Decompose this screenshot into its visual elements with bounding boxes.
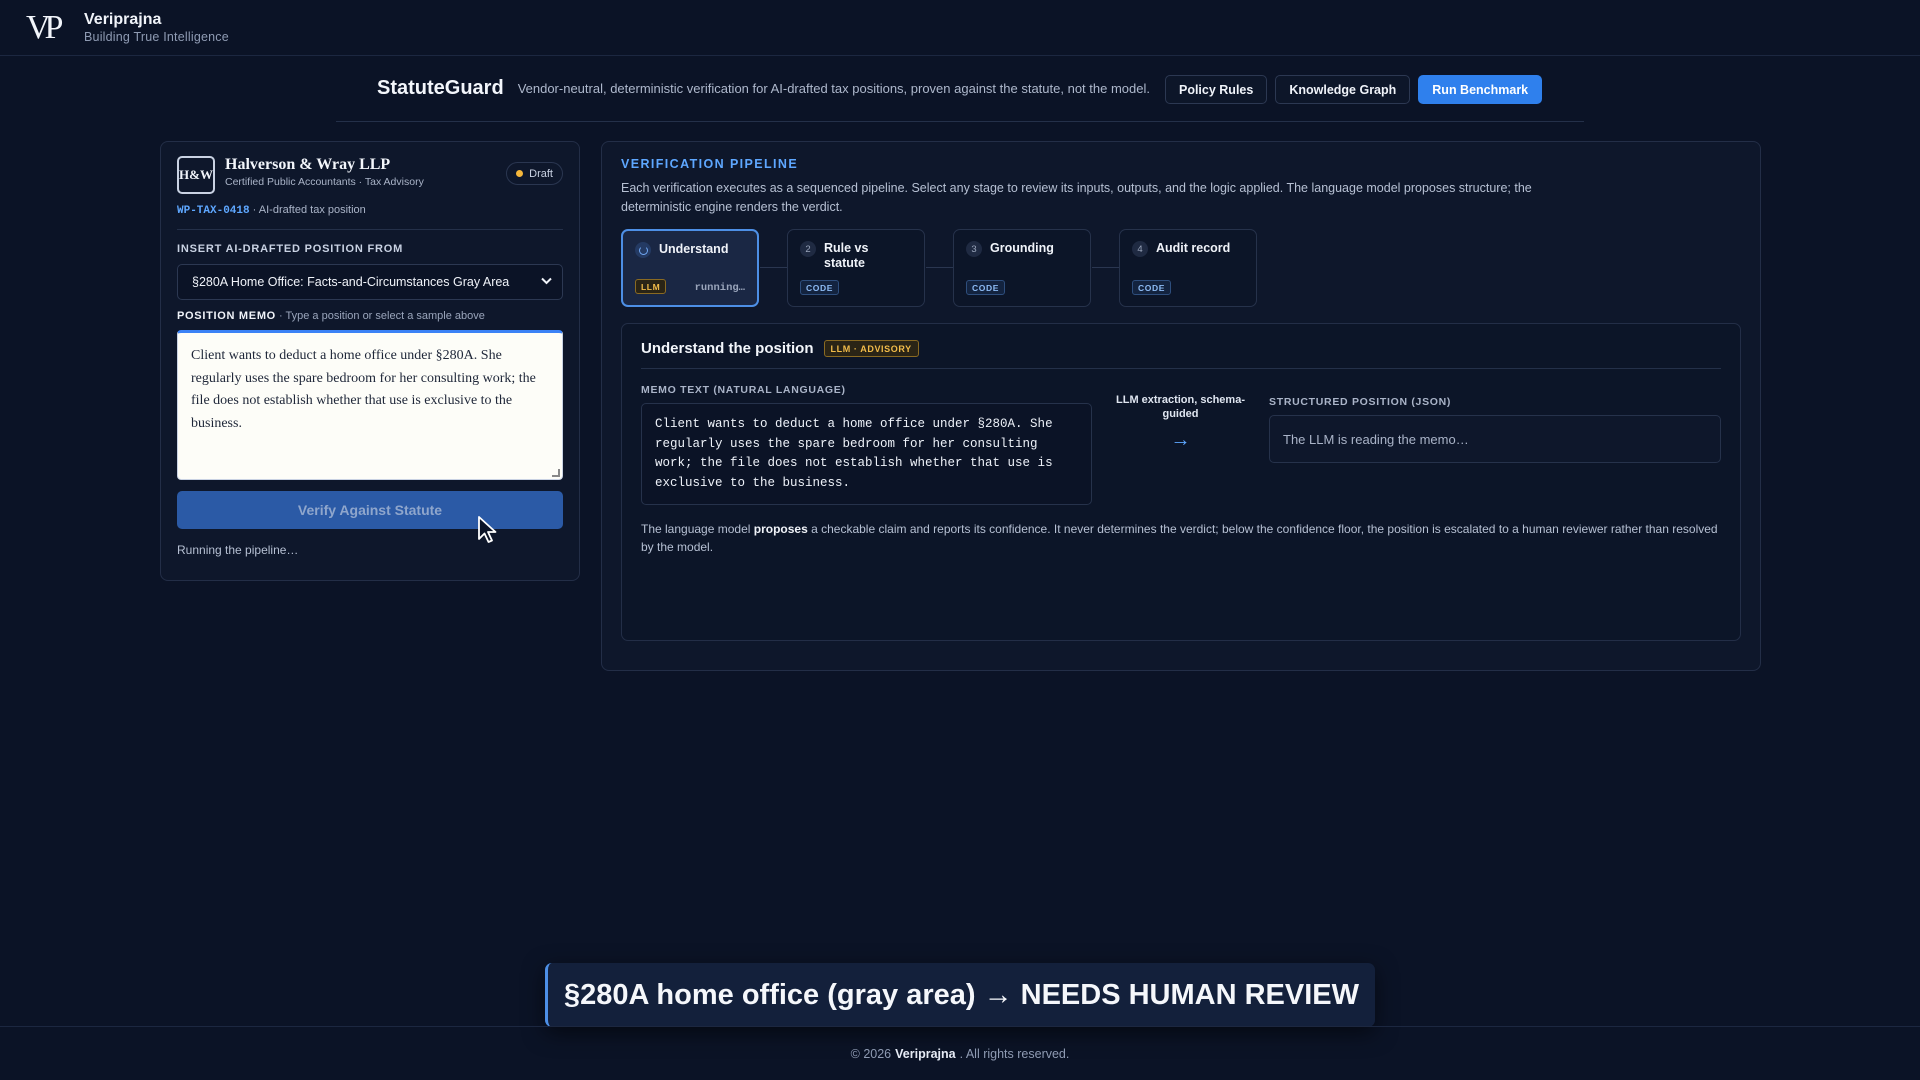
position-input-panel: H&W Halverson & Wray LLP Certified Publi… bbox=[160, 141, 580, 581]
reference-id: WP-TAX-0418 bbox=[177, 205, 250, 217]
stage-type-tag: CODE bbox=[800, 280, 839, 295]
app-title: StatuteGuard bbox=[377, 77, 504, 99]
pipeline-status-text: Running the pipeline… bbox=[177, 543, 299, 557]
stage-number: 2 bbox=[800, 241, 816, 257]
verify-against-statute-button[interactable]: Verify Against Statute bbox=[177, 491, 563, 529]
firm-subtitle: Certified Public Accountants · Tax Advis… bbox=[225, 176, 424, 188]
stage-type-tag: CODE bbox=[1132, 280, 1171, 295]
knowledge-graph-button[interactable]: Knowledge Graph bbox=[1275, 75, 1411, 104]
firm-name: Halverson & Wray LLP bbox=[225, 156, 391, 173]
stage-type-tag: CODE bbox=[966, 280, 1005, 295]
pipeline-stages: Understand LLM running… 2 Rule vs statut… bbox=[621, 229, 1741, 307]
stage-name: Understand bbox=[659, 242, 729, 256]
reference-description: · AI-drafted tax position bbox=[249, 204, 366, 216]
position-reference: WP-TAX-0418 · AI-drafted tax position bbox=[177, 204, 563, 230]
stage-type-tag: LLM bbox=[635, 279, 667, 294]
footer-copyright: © 2026 bbox=[850, 1046, 892, 1061]
stage-name: Grounding bbox=[990, 241, 1054, 255]
verification-pipeline-panel: VERIFICATION PIPELINE Each verification … bbox=[601, 141, 1761, 671]
draft-status-label: Draft bbox=[529, 167, 553, 180]
footer-rights: . All rights reserved. bbox=[959, 1046, 1070, 1061]
firm-logo-icon: H&W bbox=[177, 156, 215, 194]
stage-status: running… bbox=[694, 282, 745, 294]
stage-detail-columns: MEMO TEXT (NATURAL LANGUAGE) Client want… bbox=[641, 384, 1721, 505]
note-emphasis: proposes bbox=[753, 522, 808, 536]
veriprajna-logo-icon[interactable]: VP bbox=[26, 9, 74, 46]
app-description: Vendor-neutral, deterministic verificati… bbox=[517, 81, 1150, 96]
pipeline-title: VERIFICATION PIPELINE bbox=[621, 157, 799, 171]
footer-brand: Veriprajna bbox=[895, 1046, 956, 1061]
stage-understand[interactable]: Understand LLM running… bbox=[621, 229, 759, 307]
extraction-label: LLM extraction, schema-guided bbox=[1116, 394, 1245, 420]
brand-tagline: Building True Intelligence bbox=[84, 29, 229, 44]
arrow-right-icon: → bbox=[1170, 429, 1191, 451]
stage-grounding[interactable]: 3 Grounding CODE bbox=[953, 229, 1091, 307]
stage-name: Audit record bbox=[1156, 241, 1231, 255]
stage-connector bbox=[1092, 267, 1119, 268]
sample-position-select[interactable]: §280A Home Office: Facts-and-Circumstanc… bbox=[177, 264, 563, 300]
position-memo-label: POSITION MEMO bbox=[177, 310, 276, 322]
stage-number: 4 bbox=[1132, 241, 1148, 257]
pipeline-description: Each verification executes as a sequence… bbox=[621, 181, 1532, 214]
stage-spinner-icon bbox=[635, 242, 651, 258]
brand-block: Veriprajna Building True Intelligence bbox=[84, 11, 229, 44]
stage-name: Rule vs statute bbox=[824, 241, 869, 270]
footer: © 2026 Veriprajna . All rights reserved. bbox=[0, 1026, 1920, 1080]
llm-advisory-badge: LLM · ADVISORY bbox=[823, 340, 919, 357]
memo-text-column: MEMO TEXT (NATURAL LANGUAGE) Client want… bbox=[641, 384, 1092, 505]
structured-position-box: The LLM is reading the memo… bbox=[1269, 415, 1721, 463]
stage-connector bbox=[926, 267, 953, 268]
resize-grip-icon[interactable] bbox=[552, 469, 560, 477]
extraction-step: LLM extraction, schema-guided → bbox=[1092, 384, 1269, 505]
firm-header: H&W Halverson & Wray LLP Certified Publi… bbox=[177, 156, 563, 194]
position-memo-textarea[interactable]: Client wants to deduct a home office und… bbox=[177, 330, 563, 480]
position-memo-hint: · Type a position or select a sample abo… bbox=[275, 310, 485, 322]
result-caption-banner: §280A home office (gray area) → NEEDS HU… bbox=[545, 963, 1375, 1027]
memo-text-label: MEMO TEXT (NATURAL LANGUAGE) bbox=[641, 384, 846, 396]
firm-text: Halverson & Wray LLP Certified Public Ac… bbox=[225, 156, 424, 188]
structured-position-column: STRUCTURED POSITION (JSON) The LLM is re… bbox=[1269, 384, 1721, 505]
insert-position-label: INSERT AI-DRAFTED POSITION FROM bbox=[177, 243, 404, 255]
chevron-down-icon bbox=[541, 276, 552, 288]
memo-text-box: Client wants to deduct a home office und… bbox=[641, 403, 1092, 505]
policy-rules-button[interactable]: Policy Rules bbox=[1164, 75, 1268, 104]
position-memo-text: Client wants to deduct a home office und… bbox=[191, 348, 536, 431]
stage-connector bbox=[760, 267, 787, 268]
stage-audit-record[interactable]: 4 Audit record CODE bbox=[1119, 229, 1257, 307]
stage-rule-vs-statute[interactable]: 2 Rule vs statute CODE bbox=[787, 229, 925, 307]
status-dot-icon bbox=[516, 170, 524, 177]
stage-number: 3 bbox=[966, 241, 982, 257]
stage-detail-title: Understand the position bbox=[641, 340, 814, 357]
position-memo-heading: POSITION MEMO · Type a position or selec… bbox=[177, 310, 563, 322]
structured-position-label: STRUCTURED POSITION (JSON) bbox=[1269, 396, 1452, 408]
top-bar: VP Veriprajna Building True Intelligence bbox=[0, 0, 1920, 56]
run-benchmark-button[interactable]: Run Benchmark bbox=[1418, 75, 1543, 104]
llm-role-note: The language model proposes a checkable … bbox=[641, 520, 1723, 556]
draft-status-badge: Draft bbox=[506, 162, 563, 185]
brand-name[interactable]: Veriprajna bbox=[84, 11, 229, 29]
mouse-cursor-icon bbox=[478, 516, 497, 543]
stage-detail-header: Understand the position LLM · ADVISORY bbox=[641, 340, 1721, 369]
app-header: StatuteGuard Vendor-neutral, determinist… bbox=[336, 70, 1584, 122]
note-text: The language model bbox=[641, 522, 754, 536]
stage-detail-card: Understand the position LLM · ADVISORY M… bbox=[621, 323, 1741, 641]
sample-position-selected: §280A Home Office: Facts-and-Circumstanc… bbox=[192, 275, 510, 289]
